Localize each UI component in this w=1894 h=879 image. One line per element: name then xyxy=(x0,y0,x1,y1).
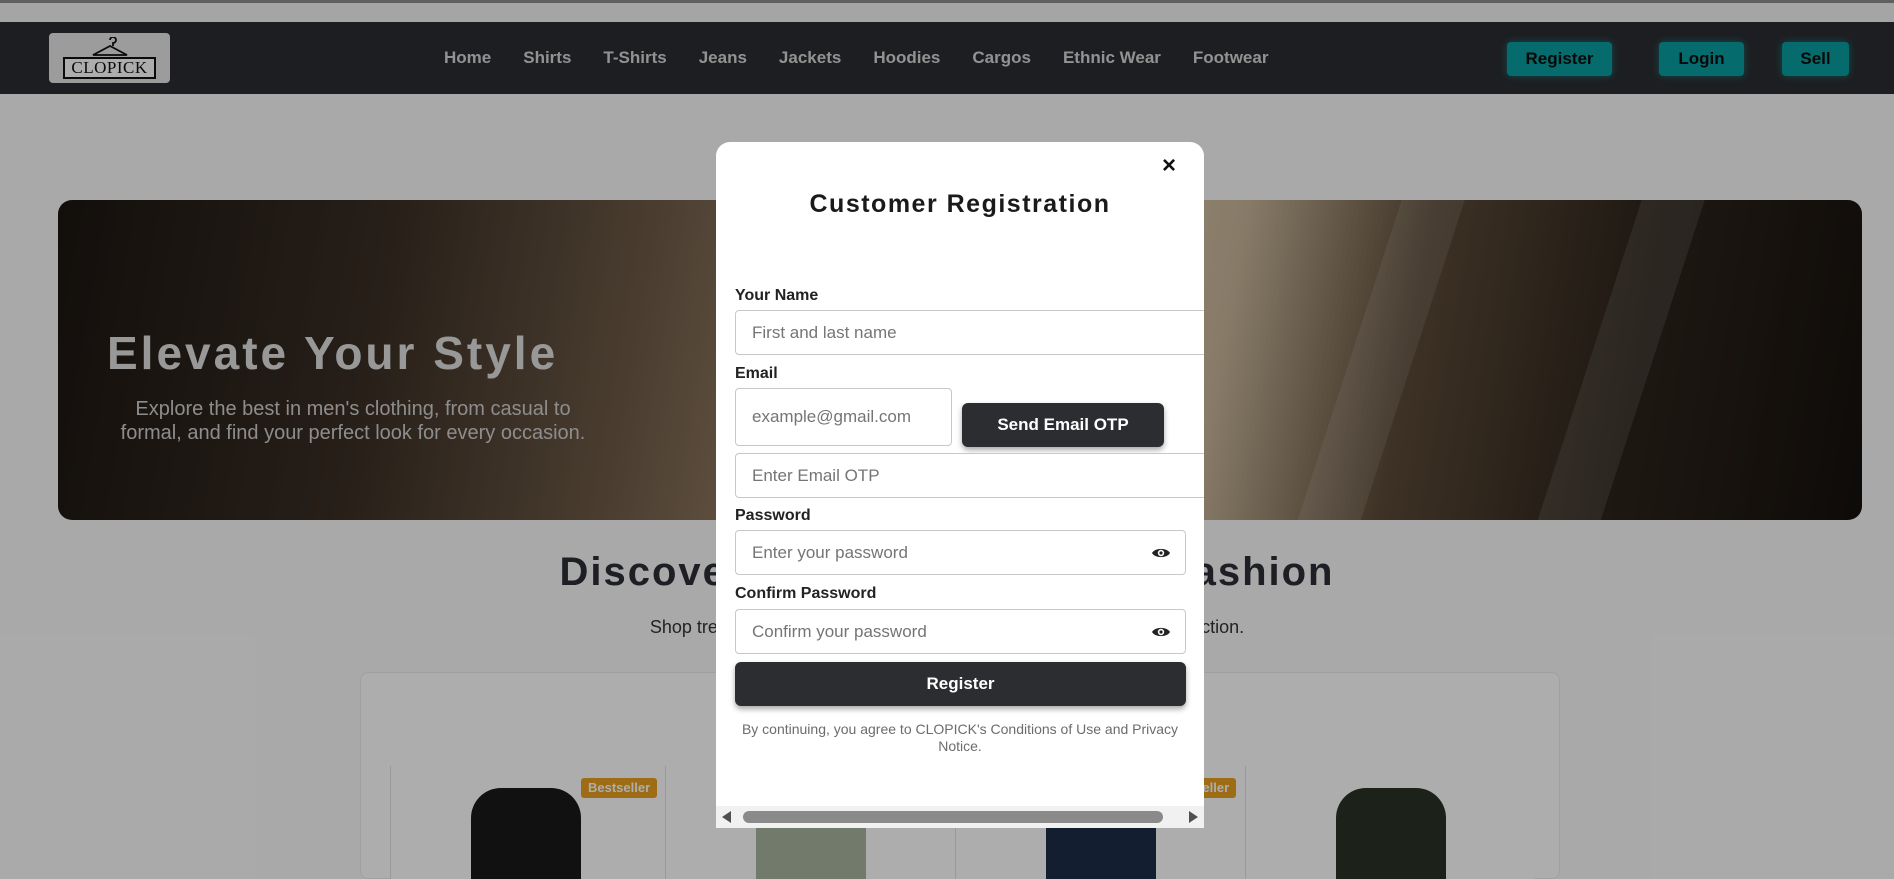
password-input[interactable] xyxy=(735,530,1186,575)
register-submit-button[interactable]: Register xyxy=(735,662,1186,706)
modal-title: Customer Registration xyxy=(809,190,1111,218)
registration-modal: × Customer Registration Your Name Email … xyxy=(716,142,1204,828)
send-email-otp-button[interactable]: Send Email OTP xyxy=(962,403,1164,447)
eye-icon[interactable] xyxy=(1151,625,1171,639)
name-input[interactable] xyxy=(735,310,1204,355)
confirm-password-label: Confirm Password xyxy=(735,585,877,602)
name-label: Your Name xyxy=(735,287,819,304)
scrollbar-thumb[interactable] xyxy=(743,811,1163,823)
terms-text: By continuing, you agree to CLOPICK's Co… xyxy=(741,721,1179,754)
email-input[interactable] xyxy=(735,388,952,446)
eye-icon[interactable] xyxy=(1151,546,1171,560)
scroll-left-icon[interactable] xyxy=(722,811,731,823)
email-label: Email xyxy=(735,365,778,382)
scroll-right-icon[interactable] xyxy=(1189,811,1198,823)
password-label: Password xyxy=(735,507,811,524)
close-icon[interactable]: × xyxy=(1162,152,1176,180)
horizontal-scrollbar[interactable] xyxy=(716,806,1204,828)
confirm-password-input[interactable] xyxy=(735,609,1186,654)
email-otp-input[interactable] xyxy=(735,453,1204,498)
